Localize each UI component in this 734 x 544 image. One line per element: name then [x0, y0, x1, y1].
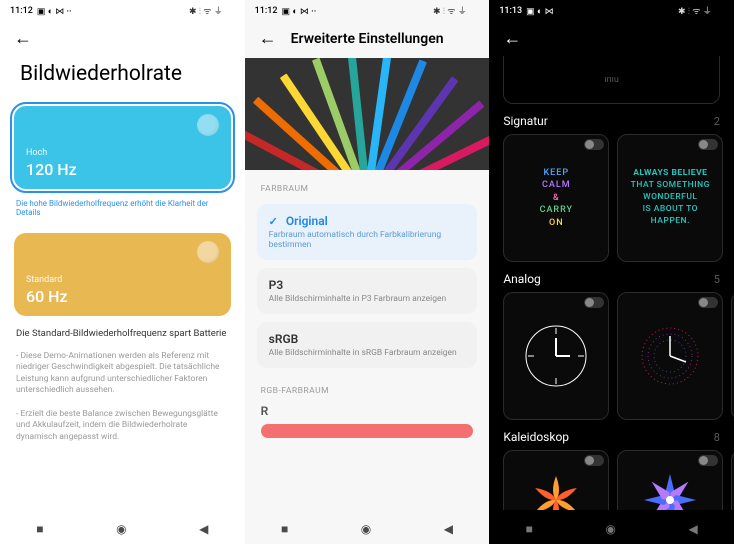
colorspace-option-original[interactable]: ✓ Original Farbraum automatisch durch Far… — [257, 204, 478, 260]
section-label-rgb: RGB-FARBRAUM — [245, 372, 490, 402]
section-label-colorspace: FARBRAUM — [245, 170, 490, 200]
option-title: sRGB — [269, 332, 299, 346]
signature-text: KEEP CALM & CARRY ON — [540, 167, 573, 230]
nav-home-icon[interactable]: ◉ — [116, 522, 126, 536]
check-icon: ✓ — [269, 215, 278, 228]
rate-label: Standard — [26, 275, 219, 285]
toggle-icon[interactable] — [584, 455, 604, 466]
toggle-icon[interactable] — [698, 297, 718, 308]
section-kaleidoskop: Kaleidoskop 8 — [489, 420, 734, 450]
status-time: 11:13 — [499, 6, 522, 16]
screen-refresh-rate: 11:12 ▣ ◐ ⋈ ·· ✱ ⫶ ᯤ ⏚ ← Bildwiederholra… — [0, 0, 245, 544]
screen-watchfaces: 11:13 ▣ ◐ ⋈ ✱ ⫶ ᯤ ⏚ ← ınıu Signatur 2 KE… — [489, 0, 734, 544]
nav-bar: ■ ◉ ◀ — [245, 514, 490, 544]
header: ← — [489, 22, 734, 56]
option-sub: Alle Bildschirminhalte in P3 Farbraum an… — [269, 294, 466, 304]
rgb-channel-label: R — [245, 402, 490, 420]
section-count: 2 — [714, 115, 720, 128]
note-2: - Erzielt die beste Balance zwischen Bew… — [16, 409, 229, 443]
kaleidoscope-icon — [640, 470, 700, 510]
section-name: Analog — [503, 272, 540, 286]
rate-hint-high: Die hohe Bildwiederholfrequenz erhöht di… — [16, 199, 229, 217]
status-extra-icons: ▣ ◐ ⋈ ·· — [282, 6, 317, 17]
toggle-icon[interactable] — [584, 139, 604, 150]
back-icon[interactable]: ← — [259, 30, 277, 48]
nav-bar: ■ ◉ ◀ — [489, 514, 734, 544]
rate-hint-standard: Die Standard-Bildwiederholfrequenz spart… — [16, 328, 229, 339]
toggle-icon[interactable] — [698, 455, 718, 466]
section-signatur: Signatur 2 — [489, 104, 734, 134]
status-right-icons: ✱ ⫶ ᯤ ⏚ — [678, 6, 724, 16]
colorspace-option-p3[interactable]: P3 Alle Bildschirminhalte in P3 Farbraum… — [257, 268, 478, 314]
watchface-kaleidoskop-2[interactable] — [617, 450, 723, 510]
rate-value: 120 Hz — [26, 160, 219, 179]
watchface-keep-calm[interactable]: KEEP CALM & CARRY ON — [503, 134, 609, 262]
section-name: Signatur — [503, 114, 548, 128]
nav-home-icon[interactable]: ◉ — [605, 522, 615, 536]
animation-ball-icon — [197, 241, 219, 263]
analog-grid — [489, 292, 734, 420]
nav-recents-icon[interactable]: ■ — [281, 522, 288, 536]
status-bar: 11:13 ▣ ◐ ⋈ ✱ ⫶ ᯤ ⏚ — [489, 0, 734, 22]
toggle-icon[interactable] — [698, 139, 718, 150]
option-sub: Alle Bildschirminhalte in sRGB Farbraum … — [269, 348, 466, 358]
status-extra-icons: ▣ ◐ ⋈ ·· — [37, 6, 72, 17]
watchface-partial-above[interactable]: ınıu — [503, 56, 720, 104]
status-bar: 11:12 ▣ ◐ ⋈ ·· ✱ ⫶ ᯤ ⏚ — [245, 0, 490, 22]
nav-recents-icon[interactable]: ■ — [526, 522, 533, 536]
header: ← Erweiterte Einstellungen — [245, 22, 490, 56]
status-right-icons: ✱ ⫶ ᯤ ⏚ — [189, 6, 235, 16]
nav-back-icon[interactable]: ◀ — [199, 522, 208, 536]
rate-label: Hoch — [26, 148, 219, 158]
color-pencils-image — [245, 58, 490, 170]
back-icon[interactable]: ← — [14, 30, 32, 48]
svg-text:✱ ⫶ ᯤ ⏚: ✱ ⫶ ᯤ ⏚ — [189, 6, 223, 16]
note-1: - Diese Demo-Animationen werden als Refe… — [16, 351, 229, 397]
option-title: P3 — [269, 278, 284, 292]
svg-text:✱ ⫶ ᯤ ⏚: ✱ ⫶ ᯤ ⏚ — [433, 6, 467, 16]
status-extra-icons: ▣ ◐ ⋈ — [526, 6, 553, 17]
section-analog: Analog 5 — [489, 262, 734, 292]
signature-text: ALWAYS BELIEVE THAT SOMETHING WONDERFUL … — [625, 168, 716, 227]
rate-value: 60 Hz — [26, 287, 219, 306]
nav-bar: ■ ◉ ◀ — [0, 514, 245, 544]
nav-back-icon[interactable]: ◀ — [688, 522, 697, 536]
section-count: 8 — [714, 431, 720, 444]
status-right-icons: ✱ ⫶ ᯤ ⏚ — [433, 6, 479, 16]
status-bar: 11:12 ▣ ◐ ⋈ ·· ✱ ⫶ ᯤ ⏚ — [0, 0, 245, 22]
kaleidoskop-grid — [489, 450, 734, 510]
clock-face-icon — [520, 320, 592, 392]
watchface-analog-1[interactable] — [503, 292, 609, 420]
screen-advanced-settings: 11:12 ▣ ◐ ⋈ ·· ✱ ⫶ ᯤ ⏚ ← Erweiterte Eins… — [245, 0, 490, 544]
back-icon[interactable]: ← — [503, 30, 521, 48]
option-title: Original — [286, 214, 328, 228]
rate-option-standard[interactable]: Standard 60 Hz — [14, 233, 231, 316]
colorspace-option-srgb[interactable]: sRGB Alle Bildschirminhalte in sRGB Farb… — [257, 322, 478, 368]
page-title: Bildwiederholrate — [0, 56, 245, 100]
kaleidoscope-icon — [526, 470, 586, 510]
section-count: 5 — [714, 273, 720, 286]
status-time: 11:12 — [10, 6, 33, 16]
watchface-kaleidoskop-1[interactable] — [503, 450, 609, 510]
section-name: Kaleidoskop — [503, 430, 569, 444]
rate-option-high[interactable]: Hoch 120 Hz — [14, 106, 231, 189]
animation-ball-icon — [197, 114, 219, 136]
nav-recents-icon[interactable]: ■ — [36, 522, 43, 536]
option-sub: Farbraum automatisch durch Farbkalibrier… — [269, 230, 466, 250]
signatur-grid: KEEP CALM & CARRY ON ALWAYS BELIEVE THAT… — [489, 134, 734, 262]
page-title: Erweiterte Einstellungen — [291, 31, 444, 47]
clock-dots-icon — [634, 320, 706, 392]
header: ← — [0, 22, 245, 56]
watchface-analog-2[interactable] — [617, 292, 723, 420]
nav-back-icon[interactable]: ◀ — [444, 522, 453, 536]
watchface-always-believe[interactable]: ALWAYS BELIEVE THAT SOMETHING WONDERFUL … — [617, 134, 723, 262]
svg-text:✱ ⫶ ᯤ ⏚: ✱ ⫶ ᯤ ⏚ — [678, 6, 712, 16]
rgb-slider-r[interactable] — [261, 424, 474, 438]
status-time: 11:12 — [255, 6, 278, 16]
toggle-icon[interactable] — [584, 297, 604, 308]
nav-home-icon[interactable]: ◉ — [361, 522, 371, 536]
